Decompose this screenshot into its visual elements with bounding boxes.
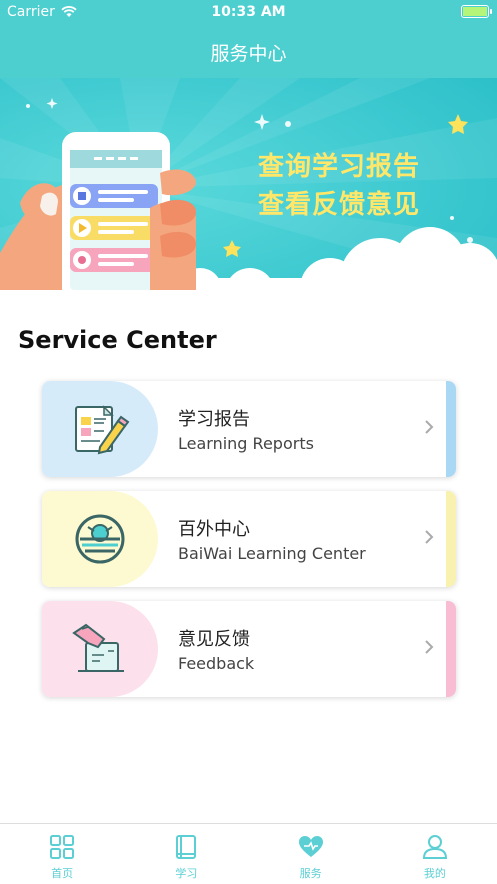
page-title: 服务中心 [210, 42, 287, 65]
tab-mine[interactable]: 我的 [373, 824, 497, 884]
card-subtitle: Learning Reports [178, 434, 314, 453]
card-subtitle: BaiWai Learning Center [178, 544, 366, 563]
card-feedback[interactable]: 意见反馈 Feedback [42, 601, 456, 697]
card-title: 百外中心 [178, 519, 250, 540]
promo-banner[interactable]: 查询学习报告 查看反馈意见 [0, 78, 497, 290]
banner-illustration [0, 78, 497, 290]
baiwai-logo-icon [75, 514, 125, 564]
tab-home[interactable]: 首页 [0, 824, 124, 884]
status-bar: Carrier 10:33 AM [0, 0, 497, 26]
chevron-right-icon [425, 420, 434, 434]
tab-study[interactable]: 学习 [124, 824, 248, 884]
feedback-hand-icon [72, 623, 124, 672]
chevron-right-icon [425, 640, 434, 654]
document-pencil-icon [75, 405, 130, 455]
grid-icon [50, 835, 75, 859]
section-title: Service Center [18, 326, 217, 354]
tab-label: 首页 [51, 867, 74, 880]
nav-bar: 服务中心 [0, 26, 497, 78]
banner-line-2: 查看反馈意见 [258, 190, 421, 220]
person-icon [422, 835, 447, 859]
tab-service[interactable]: 服务 [249, 824, 373, 884]
card-baiwai-center[interactable]: 百外中心 BaiWai Learning Center [42, 491, 456, 587]
card-title: 意见反馈 [178, 629, 250, 650]
battery-icon [461, 5, 492, 18]
chevron-right-icon [425, 530, 434, 544]
card-stripe [446, 601, 456, 697]
book-icon [176, 835, 197, 859]
tab-bar: 首页 学习 服务 我的 [0, 823, 497, 884]
tab-label: 我的 [423, 867, 446, 880]
card-stripe [446, 381, 456, 477]
banner-line-1: 查询学习报告 [258, 152, 421, 182]
card-stripe [446, 491, 456, 587]
tab-label: 学习 [175, 867, 198, 880]
tab-label: 服务 [299, 867, 322, 880]
card-subtitle: Feedback [178, 654, 255, 673]
heart-icon [298, 836, 323, 857]
card-title: 学习报告 [178, 409, 250, 430]
status-time: 10:33 AM [211, 4, 286, 20]
banner-text: 查询学习报告 查看反馈意见 [258, 148, 420, 224]
status-right [461, 5, 492, 18]
card-learning-reports[interactable]: 学习报告 Learning Reports [42, 381, 456, 477]
